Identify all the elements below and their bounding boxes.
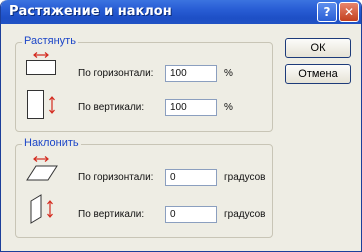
- skew-horizontal-unit: градусов: [224, 172, 266, 183]
- skew-vertical-label: По вертикали:: [78, 209, 145, 220]
- stretch-vertical-label: По вертикали:: [78, 102, 145, 113]
- skew-group: Наклонить По горизонтали: градусов По ве…: [15, 137, 273, 238]
- skew-vertical-input[interactable]: [165, 206, 217, 223]
- stretch-skew-dialog: Растяжение и наклон ? ✕ Растянуть По гор…: [0, 0, 362, 252]
- stretch-horizontal-icon: [26, 52, 56, 75]
- stretch-horizontal-unit: %: [224, 68, 233, 79]
- ok-button[interactable]: ОК: [285, 38, 351, 58]
- cancel-button[interactable]: Отмена: [285, 64, 351, 84]
- stretch-vertical-input[interactable]: [165, 99, 217, 116]
- close-button[interactable]: ✕: [339, 2, 359, 22]
- stretch-group: Растянуть По горизонтали: % По вертикали…: [15, 35, 273, 132]
- skew-group-legend: Наклонить: [22, 137, 81, 149]
- stretch-vertical-unit: %: [224, 102, 233, 113]
- skew-vertical-unit: градусов: [224, 209, 266, 220]
- stretch-horizontal-input[interactable]: [165, 65, 217, 82]
- title-bar[interactable]: Растяжение и наклон ? ✕: [1, 0, 361, 24]
- help-button[interactable]: ?: [317, 2, 337, 22]
- close-icon: ✕: [343, 5, 355, 19]
- stretch-horizontal-label: По горизонтали:: [78, 68, 154, 79]
- window-title: Растяжение и наклон: [9, 4, 172, 19]
- stretch-vertical-icon: [27, 90, 55, 119]
- help-icon: ?: [323, 5, 331, 19]
- stretch-group-legend: Растянуть: [22, 35, 78, 47]
- skew-horizontal-label: По горизонтали:: [78, 172, 154, 183]
- skew-horizontal-icon: [26, 156, 58, 181]
- skew-vertical-icon: [30, 194, 53, 224]
- skew-horizontal-input[interactable]: [165, 169, 217, 186]
